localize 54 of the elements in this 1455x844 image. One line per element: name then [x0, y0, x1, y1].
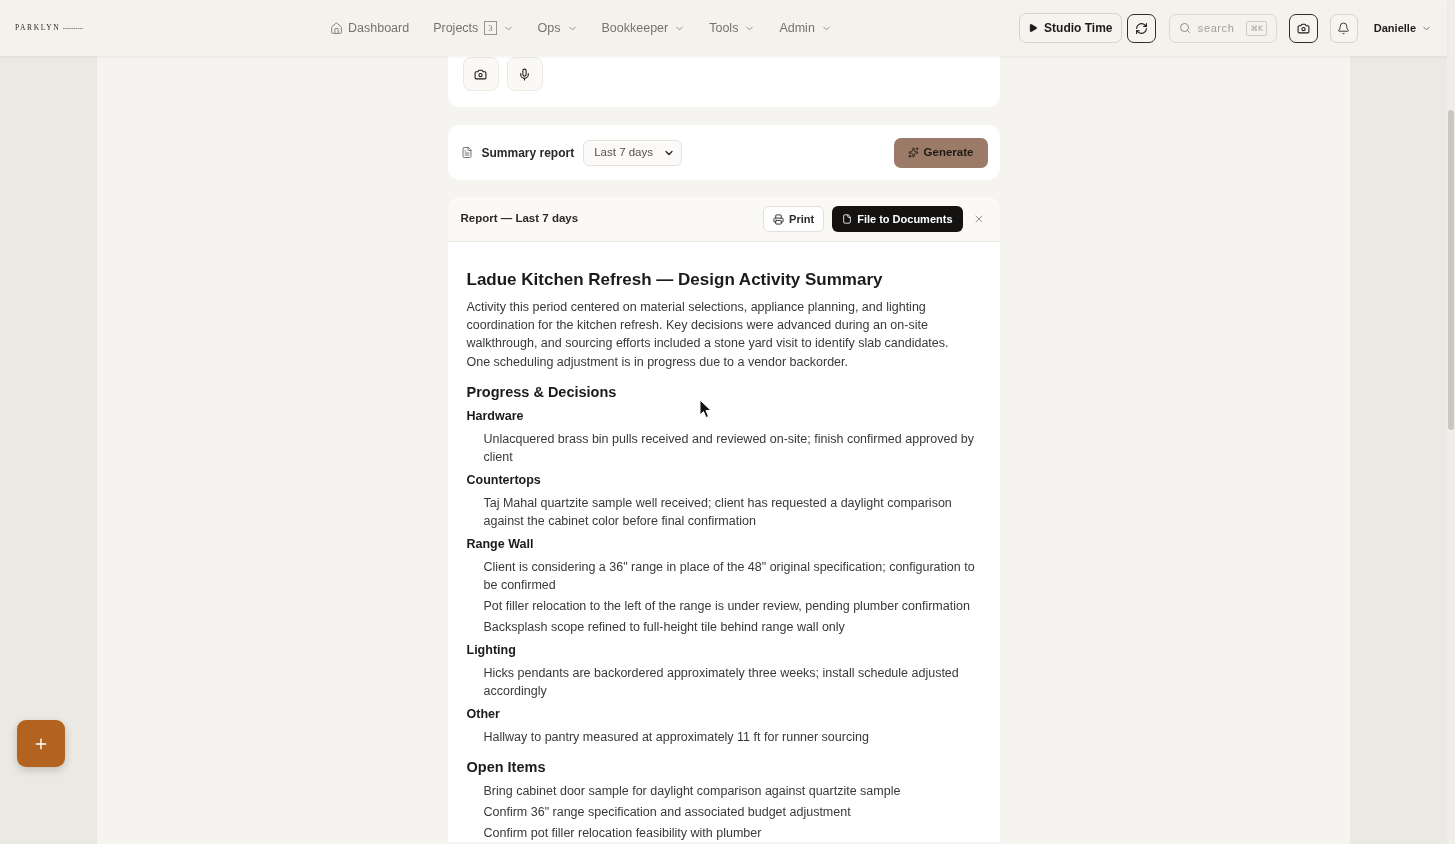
sparkles-icon [907, 147, 919, 158]
printer-icon [773, 213, 785, 225]
document-icon [460, 146, 473, 159]
studio-time-button[interactable]: Studio Time [1018, 13, 1122, 43]
refresh-icon [1134, 21, 1148, 35]
home-icon [330, 21, 343, 35]
bell-icon [1337, 21, 1351, 35]
report-list-item: Client is considering a 36" range in place of the 48" original specification; configuration to be confirmed [483, 558, 976, 594]
nav-menu[interactable]: Ops [537, 18, 561, 38]
report-intro: Activity this period centered on material selections, appliance planning, and lighting coordination for the kitchen refresh. Key decisions were advanced during an on-site walkthrough, and sourcing efforts included a stone yard visit to identify slab candidates. One scheduling adjustment is in progress due to a vendor backorder. [466, 299, 950, 371]
camera-icon [1296, 21, 1310, 35]
print-button[interactable]: Print [763, 206, 825, 232]
file-to-documents-button[interactable]: File to Documents [832, 206, 963, 232]
nav-menu[interactable]: Tools [709, 18, 739, 38]
report-list-item: Taj Mahal quartzite sample well received; client has requested a daylight comparison against the cabinet color before final confirmation [483, 494, 953, 530]
user-menu[interactable]: Danielle [1373, 19, 1432, 37]
report-title: Report — Last 7 days [460, 211, 579, 227]
section-heading: Progress & Decisions [466, 382, 617, 402]
subsection-heading: Other [466, 705, 500, 723]
mouse-cursor-icon [699, 399, 712, 419]
notifications-button[interactable] [1329, 13, 1358, 43]
report-list-item: Confirm pot filler relocation feasibility with plumber [483, 824, 762, 842]
report-list-item: Confirm 36" range specification and associated budget adjustment [483, 803, 851, 821]
search-icon [1178, 22, 1191, 34]
range-select[interactable]: Last 7 days [583, 139, 683, 166]
scrollbar-thumb[interactable] [1448, 110, 1454, 430]
subsection-heading: Range Wall [466, 535, 534, 553]
subsection-heading: Hardware [466, 407, 524, 425]
section-heading: Open Items [466, 757, 546, 777]
report-list-item: Unlacquered brass bin pulls received and reviewed on-site; finish confirmed approved by client [483, 430, 976, 466]
logo-tagline-icon [63, 26, 84, 30]
report-heading: Ladue Kitchen Refresh — Design Activity Summary [466, 269, 883, 291]
report-list-item: Backsplash scope refined to full-height tile behind range wall only [483, 618, 845, 636]
document-icon [842, 214, 853, 224]
nav-menu[interactable]: Projects [433, 18, 479, 38]
report-list-item: Hicks pendants are backordered approximately three weeks; install schedule adjusted accordingly [483, 664, 960, 700]
subsection-heading: Lighting [466, 641, 516, 659]
subsection-heading: Countertops [466, 471, 541, 489]
play-icon [1028, 23, 1039, 33]
microphone-button[interactable] [506, 57, 543, 91]
nav-link[interactable]: Dashboard [330, 18, 410, 38]
camera-icon [474, 67, 487, 81]
nav-menu[interactable]: Bookkeeper [601, 18, 669, 38]
report-list-item: Hallway to pantry measured at approximately 11 ft for runner sourcing [483, 728, 869, 746]
refresh-button[interactable] [1126, 13, 1156, 43]
summary-label: Summary report [481, 144, 575, 162]
nav-menu[interactable]: Admin [779, 18, 815, 38]
add-button[interactable] [17, 720, 65, 767]
count-badge: 3 [484, 21, 497, 35]
camera-button[interactable] [1288, 13, 1318, 43]
report-list-item: Pot filler relocation to the left of the range is under review, pending plumber confirmation [483, 597, 970, 615]
report-list-item: Bring cabinet door sample for daylight comparison against quartzite sample [483, 782, 901, 800]
generate-button[interactable]: Generate [893, 137, 988, 168]
microphone-icon [518, 67, 531, 81]
